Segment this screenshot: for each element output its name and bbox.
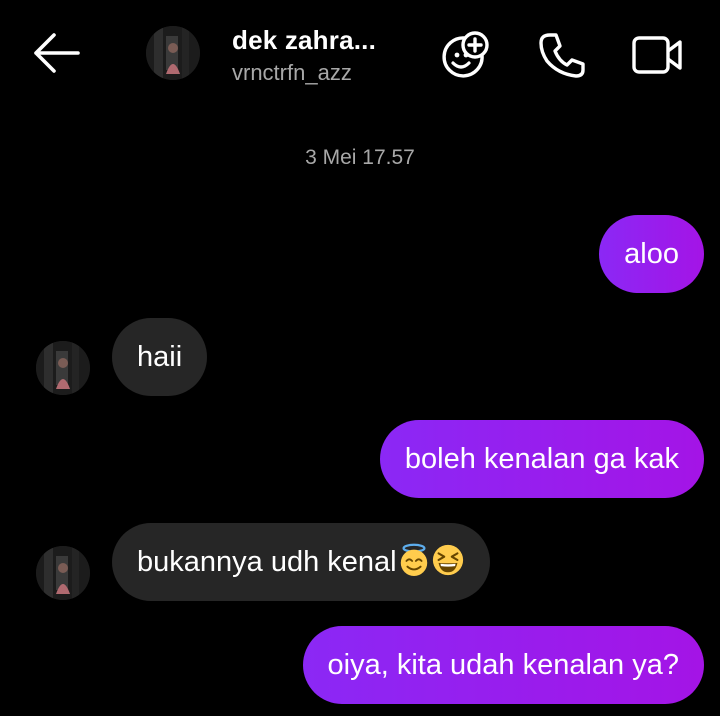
add-people-icon bbox=[442, 31, 489, 78]
sender-avatar[interactable] bbox=[36, 341, 90, 395]
message-text: haii bbox=[137, 341, 183, 373]
video-call-icon bbox=[632, 36, 682, 74]
outgoing-message-bubble[interactable]: aloo bbox=[599, 215, 704, 293]
phone-icon bbox=[539, 33, 585, 78]
back-button[interactable] bbox=[30, 30, 82, 76]
chat-header: dek zahra... vrnctrfn_azz bbox=[0, 0, 720, 110]
add-people-button[interactable] bbox=[438, 30, 490, 82]
video-call-button[interactable] bbox=[630, 30, 686, 82]
grinning-squinting-face-emoji bbox=[432, 545, 463, 576]
smiling-face-with-halo-emoji bbox=[400, 544, 427, 577]
outgoing-message-bubble[interactable]: oiya, kita udah kenalan ya? bbox=[302, 626, 704, 704]
message-text: oiya, kita udah kenalan ya? bbox=[327, 649, 679, 681]
contact-username[interactable]: vrnctrfn_azz bbox=[232, 60, 352, 86]
back-arrow-icon bbox=[34, 33, 80, 73]
voice-call-button[interactable] bbox=[536, 30, 588, 82]
outgoing-message-bubble[interactable]: boleh kenalan ga kak bbox=[379, 420, 704, 498]
incoming-message-bubble[interactable]: bukannya udh kenal bbox=[112, 523, 490, 601]
message-timestamp: 3 Mei 17.57 bbox=[305, 146, 415, 169]
message-text: bukannya udh kenal bbox=[137, 546, 397, 578]
message-text: aloo bbox=[624, 238, 679, 270]
incoming-message-bubble[interactable]: haii bbox=[112, 318, 208, 396]
sender-avatar[interactable] bbox=[36, 546, 90, 600]
message-text: boleh kenalan ga kak bbox=[404, 443, 679, 475]
contact-name[interactable]: dek zahra... bbox=[232, 25, 376, 56]
contact-avatar[interactable] bbox=[146, 26, 200, 80]
